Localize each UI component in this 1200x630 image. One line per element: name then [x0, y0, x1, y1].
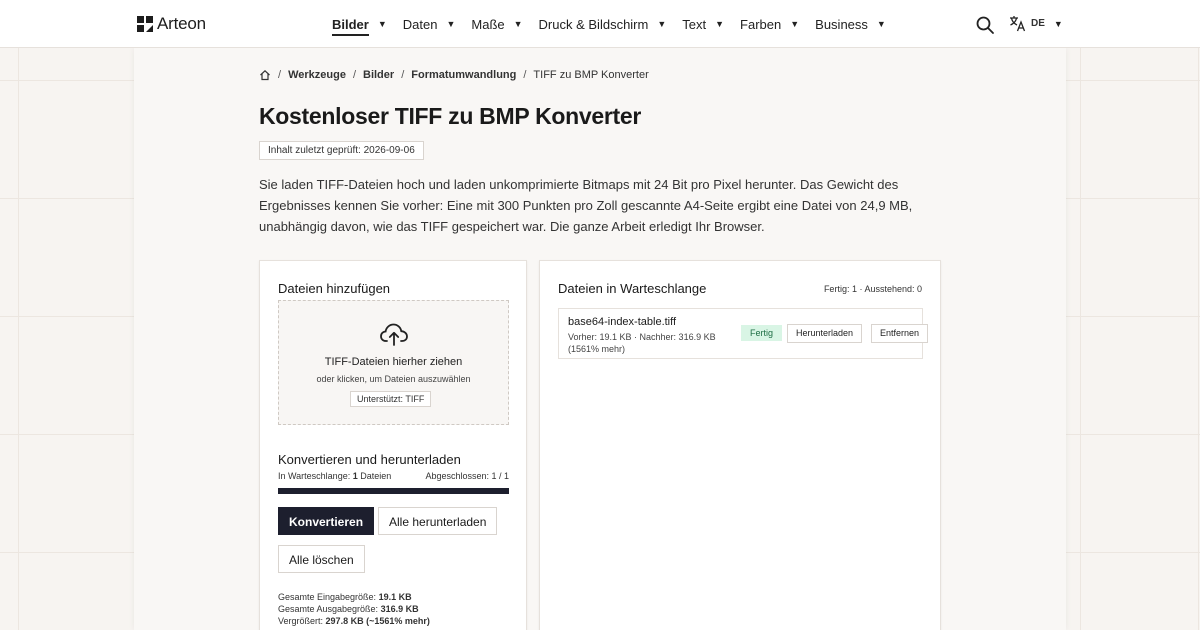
- breadcrumb: / Werkzeuge / Bilder / Formatumwandlung …: [259, 69, 649, 81]
- progress-bar-fill: [278, 488, 509, 494]
- chevron-down-icon: ▼: [446, 19, 456, 29]
- total-input-size: Gesamte Eingabegröße: 19.1 KB: [278, 591, 430, 603]
- download-all-button[interactable]: Alle herunterladen: [378, 507, 498, 535]
- nav-item-label: Text: [682, 16, 707, 32]
- file-dropzone[interactable]: TIFF-Dateien hierher ziehen oder klicken…: [278, 300, 509, 425]
- breadcrumb-separator: /: [401, 69, 405, 81]
- file-size-meta: Vorher: 19.1 KB · Nachher: 316.9 KB (156…: [568, 332, 716, 354]
- breadcrumb-separator: /: [278, 69, 282, 81]
- breadcrumb-separator: /: [352, 69, 356, 81]
- chevron-down-icon: ▼: [377, 19, 387, 29]
- queue-file-row: base64-index-table.tiff Vorher: 19.1 KB …: [558, 308, 929, 359]
- nav-item-text[interactable]: Text ▼: [682, 17, 724, 32]
- total-input-value: 19.1 KB: [378, 592, 412, 602]
- search-icon[interactable]: [975, 15, 995, 35]
- conversion-progress-bar: [278, 488, 509, 494]
- nav-item-label: Druck & Bildschirm: [538, 16, 649, 32]
- breadcrumb-current: TIFF zu BMP Konverter: [533, 69, 649, 81]
- brand-name: Arteon: [157, 14, 206, 33]
- total-output-label: Gesamte Ausgabegröße:: [278, 604, 379, 614]
- queue-card: Dateien in Warteschlange Fertig: 1 · Aus…: [539, 260, 941, 630]
- breadcrumb-link-bilder[interactable]: Bilder: [363, 69, 394, 81]
- nav-item-druck-bildschirm[interactable]: Druck & Bildschirm ▼: [539, 17, 667, 32]
- nav-item-label: Business: [815, 16, 868, 32]
- total-output-size: Gesamte Ausgabegröße: 316.9 KB: [278, 603, 430, 615]
- chevron-down-icon: ▼: [715, 19, 725, 29]
- nav-item-business[interactable]: Business ▼: [815, 17, 886, 32]
- logo-icon: [137, 16, 153, 32]
- size-totals: Gesamte Eingabegröße: 19.1 KB Gesamte Au…: [278, 591, 430, 627]
- chevron-down-icon: ▼: [513, 19, 523, 29]
- queue-count-label: In Warteschlange:: [278, 471, 351, 481]
- chevron-down-icon: ▼: [657, 19, 667, 29]
- queue-stats: In Warteschlange: 1 Dateien Abgeschlosse…: [278, 471, 509, 481]
- convert-button[interactable]: Konvertieren: [278, 507, 375, 535]
- breadcrumb-link-werkzeuge[interactable]: Werkzeuge: [288, 69, 346, 81]
- total-growth-label: Vergrößert:: [278, 616, 324, 626]
- chevron-down-icon: ▼: [876, 19, 886, 29]
- nav-item-masse[interactable]: Maße ▼: [471, 17, 522, 32]
- nav-item-farben[interactable]: Farben ▼: [740, 17, 799, 32]
- nav-item-label: Maße: [471, 16, 505, 32]
- queue-count-value: 1: [352, 471, 358, 481]
- nav-item-label: Farben: [740, 16, 782, 32]
- intro-paragraph: Sie laden TIFF-Dateien hoch und laden un…: [259, 177, 913, 234]
- file-name: base64-index-table.tiff: [568, 316, 677, 328]
- total-output-value: 316.9 KB: [380, 604, 419, 614]
- nav-item-label: Bilder: [332, 17, 369, 36]
- nav-item-label: Daten: [402, 16, 438, 32]
- nav-item-bilder[interactable]: Bilder ▼: [332, 13, 387, 36]
- upload-card-title: Dateien hinzufügen: [278, 281, 391, 296]
- dropzone-subtitle: oder klicken, um Dateien auszuwählen: [316, 374, 471, 384]
- queue-status-summary: Fertig: 1 · Ausstehend: 0: [823, 284, 922, 294]
- total-input-label: Gesamte Eingabegröße:: [278, 592, 377, 602]
- file-remove-button[interactable]: Entfernen: [871, 324, 929, 343]
- nav-item-daten[interactable]: Daten ▼: [403, 17, 456, 32]
- language-code: DE: [1031, 18, 1045, 29]
- convert-section-title: Konvertieren und herunterladen: [278, 452, 461, 467]
- top-navigation-bar: Arteon Bilder ▼ Daten ▼ Maße ▼ Druck & B…: [0, 0, 1200, 48]
- file-download-button[interactable]: Herunterladen: [787, 324, 863, 343]
- upload-card: Dateien hinzufügen TIFF-Dateien hierher …: [259, 260, 527, 630]
- queue-count-text: In Warteschlange: 1 Dateien: [278, 471, 391, 481]
- brand-logo[interactable]: Arteon: [137, 14, 206, 34]
- breadcrumb-link-formatumwandlung[interactable]: Formatumwandlung: [411, 69, 516, 81]
- chevron-down-icon: ▼: [790, 19, 800, 29]
- home-icon[interactable]: [259, 69, 271, 81]
- total-growth: Vergrößert: 297.8 KB (~1561% mehr): [278, 615, 430, 627]
- reviewed-date-badge: Inhalt zuletzt geprüft: 2026-09-06: [259, 141, 424, 160]
- dropzone-title: TIFF-Dateien hierher ziehen: [324, 356, 463, 368]
- total-growth-value: 297.8 KB (~1561% mehr): [325, 616, 430, 626]
- breadcrumb-separator: /: [523, 69, 527, 81]
- completed-count: Abgeschlossen: 1 / 1: [425, 471, 509, 481]
- status-badge: Fertig: [741, 325, 783, 341]
- translate-icon: [1010, 16, 1026, 32]
- queue-count-unit: Dateien: [360, 471, 392, 481]
- clear-all-button[interactable]: Alle löschen: [278, 545, 365, 573]
- cloud-upload-icon: [380, 323, 408, 346]
- queue-card-title: Dateien in Warteschlange: [558, 281, 707, 296]
- chevron-down-icon: ▼: [1053, 18, 1063, 29]
- language-selector[interactable]: DE ▼: [1009, 15, 1063, 32]
- main-nav: Bilder ▼ Daten ▼ Maße ▼ Druck & Bildschi…: [332, 0, 902, 48]
- supported-formats-chip: Unterstützt: TIFF: [350, 391, 432, 407]
- page-title: Kostenloser TIFF zu BMP Konverter: [259, 103, 642, 129]
